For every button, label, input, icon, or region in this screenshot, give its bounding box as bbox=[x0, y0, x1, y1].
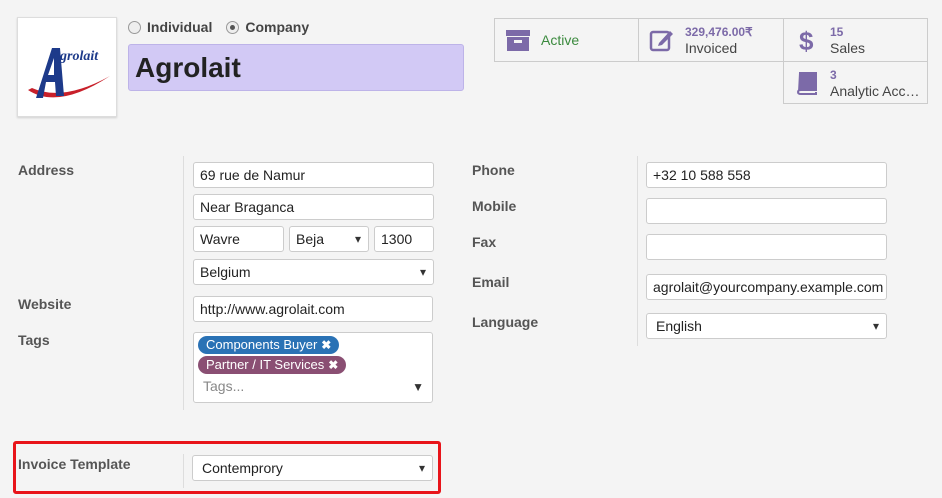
active-button[interactable]: Active bbox=[494, 18, 639, 62]
street2-input[interactable]: Near Braganca bbox=[193, 194, 434, 220]
country-select[interactable]: Belgium bbox=[193, 259, 434, 285]
tags-search-input[interactable]: Tags... bbox=[203, 378, 244, 394]
invoiced-amount: 329,476.00₹ bbox=[685, 25, 753, 39]
tag-partner-it-services[interactable]: Partner / IT Services ✖ bbox=[198, 356, 347, 374]
analytic-count: 3 bbox=[830, 67, 837, 82]
state-value: Beja bbox=[296, 231, 325, 247]
invoiced-button[interactable]: 329,476.00₹ Invoiced bbox=[638, 18, 784, 62]
language-label: Language bbox=[472, 314, 539, 330]
company-logo[interactable]: grolait bbox=[17, 17, 117, 117]
tag-components-buyer[interactable]: Components Buyer ✖ bbox=[198, 336, 340, 354]
fax-label: Fax bbox=[472, 234, 497, 250]
tag-label: Partner / IT Services bbox=[206, 357, 325, 372]
phone-label: Phone bbox=[472, 162, 515, 178]
company-radio[interactable] bbox=[226, 20, 240, 34]
tags-label: Tags bbox=[18, 332, 50, 348]
remove-tag-icon[interactable]: ✖ bbox=[328, 358, 338, 372]
individual-radio[interactable] bbox=[128, 20, 141, 34]
tag-label: Components Buyer bbox=[206, 337, 318, 352]
book-icon bbox=[796, 71, 817, 95]
website-label: Website bbox=[18, 296, 72, 312]
remove-tag-icon[interactable]: ✖ bbox=[321, 338, 331, 352]
address-label: Address bbox=[18, 162, 75, 178]
language-select[interactable]: English bbox=[646, 313, 887, 339]
zip-input[interactable]: 1300 bbox=[374, 226, 434, 252]
analytic-label: Analytic Acc… bbox=[830, 82, 920, 99]
active-label: Active bbox=[541, 32, 580, 48]
phone-input[interactable]: +32 10 588 558 bbox=[646, 162, 887, 188]
sales-button[interactable]: $ 15 Sales bbox=[783, 18, 928, 62]
website-input[interactable]: http://www.agrolait.com bbox=[193, 296, 433, 322]
email-input[interactable]: agrolait@yourcompany.example.com bbox=[646, 274, 887, 300]
email-label: Email bbox=[472, 274, 510, 290]
invoiced-label: Invoiced bbox=[685, 40, 738, 56]
individual-label[interactable]: Individual bbox=[147, 19, 212, 35]
street-input[interactable]: 69 rue de Namur bbox=[193, 162, 434, 188]
edit-icon bbox=[649, 30, 673, 52]
partner-name-input[interactable]: Agrolait bbox=[128, 44, 464, 91]
language-value: English bbox=[656, 318, 702, 334]
country-value: Belgium bbox=[200, 264, 251, 280]
mobile-input[interactable] bbox=[646, 198, 887, 224]
analytic-accounts-button[interactable]: 3 Analytic Acc… bbox=[783, 61, 928, 104]
left-column-divider bbox=[183, 156, 184, 410]
right-column-divider bbox=[637, 156, 638, 346]
fax-input[interactable] bbox=[646, 234, 887, 260]
sales-count: 15 bbox=[830, 25, 844, 39]
dollar-icon: $ bbox=[799, 27, 814, 53]
city-input[interactable]: Wavre bbox=[193, 226, 284, 252]
mobile-label: Mobile bbox=[472, 198, 517, 214]
svg-text:$: $ bbox=[799, 27, 814, 53]
state-select[interactable]: Beja bbox=[289, 226, 369, 252]
company-label[interactable]: Company bbox=[245, 19, 309, 35]
sales-label: Sales bbox=[830, 40, 866, 56]
archive-icon bbox=[506, 30, 530, 51]
partner-type-selector: Individual Company bbox=[128, 19, 323, 35]
tags-field[interactable]: Components Buyer ✖ Partner / IT Services ✖… bbox=[193, 332, 433, 403]
logo-wordmark: grolait bbox=[59, 49, 99, 64]
invoice-template-highlight bbox=[13, 441, 441, 494]
tags-dropdown-icon[interactable]: ▼ bbox=[412, 380, 424, 394]
